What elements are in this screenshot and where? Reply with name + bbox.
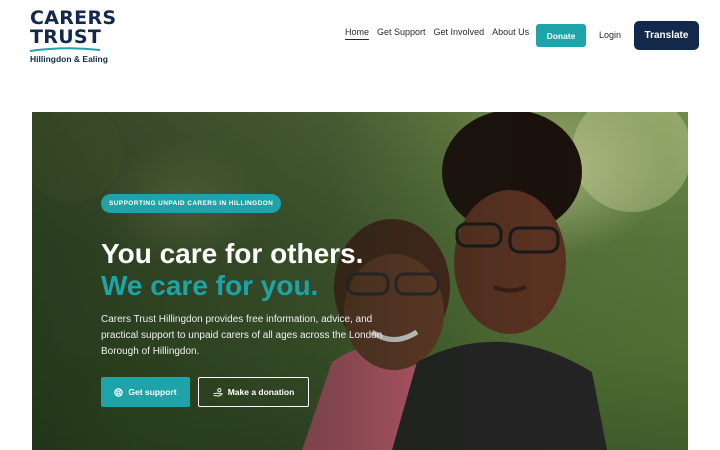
nav-get-support[interactable]: Get Support [377,27,426,40]
get-support-label: Get support [128,387,177,397]
hero-cta-row: Get support Make a donation [101,377,421,407]
nav-home[interactable]: Home [345,27,370,40]
hero-subheadline: We care for you. [101,270,319,301]
logo[interactable]: CARERS TRUST Hillingdon & Ealing [30,9,120,64]
login-link[interactable]: Login [599,30,621,40]
hero-intro: Carers Trust Hillingdon provides free in… [101,314,383,357]
nav-about-us[interactable]: About Us [492,27,529,40]
hero-banner: SUPPORTING UNPAID CARERS IN HILLINGDON Y… [32,112,688,450]
donate-hand-icon [213,387,223,397]
hero-headline: You care for others. [101,238,364,269]
logo-subtitle: Hillingdon & Ealing [30,54,108,64]
main-nav: Home Get Support Get Involved About Us [345,27,529,40]
get-support-button[interactable]: Get support [101,377,190,407]
logo-word-2: TRUST [30,26,102,48]
hero-eyebrow-badge: SUPPORTING UNPAID CARERS IN HILLINGDON [101,194,282,213]
nav-get-involved[interactable]: Get Involved [434,27,485,40]
make-donation-label: Make a donation [227,387,295,397]
make-donation-button[interactable]: Make a donation [198,377,309,407]
translate-button[interactable]: Translate [634,21,699,50]
donate-button[interactable]: Donate [536,24,586,47]
lifebuoy-icon [114,387,124,397]
hero-content: SUPPORTING UNPAID CARERS IN HILLINGDON Y… [101,192,421,407]
